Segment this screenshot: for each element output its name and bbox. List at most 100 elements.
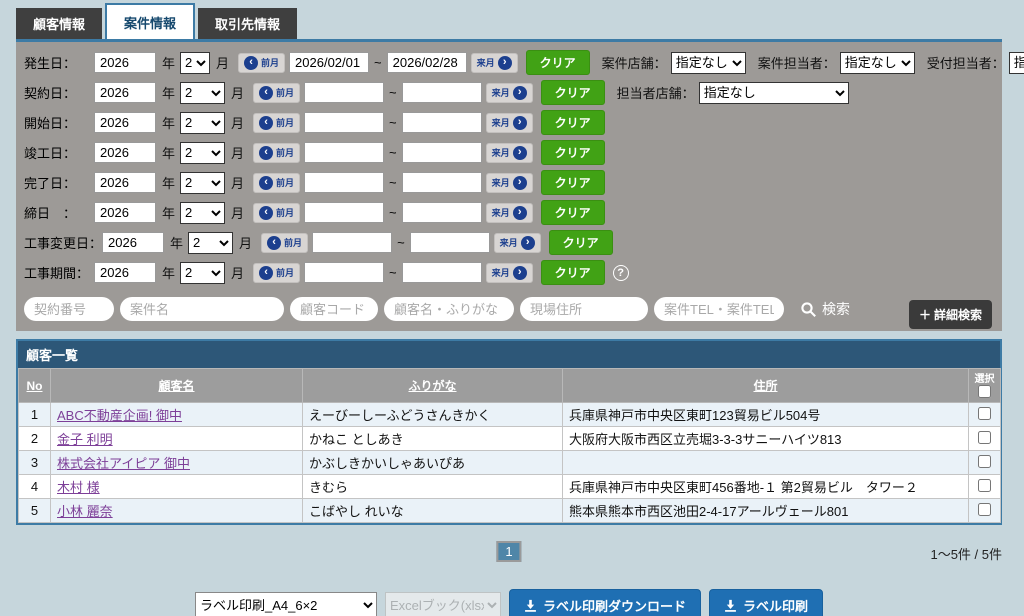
year-input[interactable] [94, 82, 156, 103]
date-from-input[interactable] [304, 172, 384, 193]
date-to-input[interactable] [402, 142, 482, 163]
date-from-input[interactable] [312, 232, 392, 253]
excel-format-select[interactable]: Excelブック(xlsx) [385, 592, 501, 616]
next-month-button[interactable]: 来月› [486, 83, 533, 103]
tab-案件情報[interactable]: 案件情報 [105, 3, 195, 39]
label-print-button[interactable]: ラベル印刷 [709, 589, 823, 616]
plus-icon: ＋ [919, 306, 931, 323]
prev-month-button[interactable]: ‹前月 [253, 143, 300, 163]
site-address-input[interactable] [520, 297, 648, 321]
detail-search-button[interactable]: ＋詳細検索 [909, 300, 992, 329]
row-select-checkbox[interactable] [978, 431, 991, 444]
next-month-button[interactable]: 来月› [494, 233, 541, 253]
date-to-input[interactable] [402, 202, 482, 223]
next-month-button[interactable]: 来月› [486, 113, 533, 133]
help-icon[interactable]: ? [613, 265, 629, 281]
date-to-input[interactable] [387, 52, 467, 73]
case-store-select[interactable]: 指定なし [671, 52, 746, 74]
search-button[interactable]: 検索 [800, 299, 850, 319]
customer-link[interactable]: 小林 麗奈 [57, 504, 113, 519]
year-input[interactable] [94, 52, 156, 73]
date-to-input[interactable] [402, 172, 482, 193]
tab-取引先情報[interactable]: 取引先情報 [198, 8, 297, 39]
customer-link[interactable]: 株式会社アイピア 御中 [57, 456, 190, 471]
select-all-checkbox[interactable] [978, 385, 991, 398]
clear-button[interactable]: クリア [541, 200, 605, 225]
year-input[interactable] [102, 232, 164, 253]
customer-link[interactable]: 木村 様 [57, 480, 100, 495]
next-month-button[interactable]: 来月› [486, 143, 533, 163]
month-select[interactable]: 2 [180, 52, 210, 74]
next-month-button[interactable]: 来月› [486, 173, 533, 193]
date-to-input[interactable] [402, 262, 482, 283]
date-from-input[interactable] [304, 142, 384, 163]
prev-month-button[interactable]: ‹前月 [253, 83, 300, 103]
case-staff-select[interactable]: 指定なし [840, 52, 915, 74]
prev-month-button[interactable]: ‹前月 [253, 113, 300, 133]
tab-顧客情報[interactable]: 顧客情報 [16, 8, 102, 39]
header-name[interactable]: 顧客名 [51, 369, 303, 403]
year-input[interactable] [94, 172, 156, 193]
month-select[interactable]: 2 [180, 112, 225, 134]
page-number-button[interactable]: 1 [496, 541, 521, 562]
month-select[interactable]: 2 [180, 262, 225, 284]
clear-button[interactable]: クリア [526, 50, 590, 75]
label-print-download-button[interactable]: ラベル印刷ダウンロード [509, 589, 701, 616]
customer-link[interactable]: ABC不動産企画! 御中 [57, 408, 182, 423]
month-select[interactable]: 2 [188, 232, 233, 254]
month-select[interactable]: 2 [180, 172, 225, 194]
prev-month-button[interactable]: ‹前月 [253, 173, 300, 193]
next-month-button[interactable]: 来月› [471, 53, 518, 73]
date-from-input[interactable] [304, 112, 384, 133]
month-select[interactable]: 2 [180, 142, 225, 164]
prev-month-button[interactable]: ‹前月 [253, 263, 300, 283]
month-unit: 月 [216, 53, 229, 72]
clear-button[interactable]: クリア [541, 260, 605, 285]
clear-button[interactable]: クリア [541, 110, 605, 135]
prev-month-button[interactable]: ‹前月 [253, 203, 300, 223]
date-filter-row: 竣工日：年2月‹前月~来月›クリア [24, 140, 994, 165]
month-unit: 月 [231, 143, 244, 162]
date-filter-row: 工事期間：年2月‹前月~来月›クリア? [24, 260, 994, 285]
clear-button[interactable]: クリア [541, 140, 605, 165]
date-to-input[interactable] [410, 232, 490, 253]
next-month-button[interactable]: 来月› [486, 263, 533, 283]
row-select-checkbox[interactable] [978, 455, 991, 468]
date-from-input[interactable] [304, 82, 384, 103]
chevron-left-icon: ‹ [259, 206, 273, 220]
row-select-checkbox[interactable] [978, 407, 991, 420]
next-month-button[interactable]: 来月› [486, 203, 533, 223]
header-kana[interactable]: ふりがな [303, 369, 563, 403]
header-no[interactable]: No [19, 369, 51, 403]
prev-month-button[interactable]: ‹前月 [261, 233, 308, 253]
date-to-input[interactable] [402, 112, 482, 133]
month-select[interactable]: 2 [180, 202, 225, 224]
case-tel-input[interactable] [654, 297, 784, 321]
prev-month-button[interactable]: ‹前月 [238, 53, 285, 73]
row-select-checkbox[interactable] [978, 503, 991, 516]
staff-store-select[interactable]: 指定なし [699, 82, 849, 104]
table-row: 1ABC不動産企画! 御中えーびーしーふどうさんきかく兵庫県神戸市中央区東町12… [19, 403, 1001, 427]
date-from-input[interactable] [289, 52, 369, 73]
year-input[interactable] [94, 112, 156, 133]
header-address[interactable]: 住所 [563, 369, 969, 403]
customer-link[interactable]: 金子 利明 [57, 432, 113, 447]
reception-staff-select[interactable]: 指定なし [1009, 52, 1024, 74]
date-from-input[interactable] [304, 262, 384, 283]
clear-button[interactable]: クリア [541, 170, 605, 195]
date-to-input[interactable] [402, 82, 482, 103]
customer-name-kana-input[interactable] [384, 297, 514, 321]
case-name-input[interactable] [120, 297, 284, 321]
prev-month-label: 前月 [276, 176, 294, 189]
year-input[interactable] [94, 262, 156, 283]
date-from-input[interactable] [304, 202, 384, 223]
month-select[interactable]: 2 [180, 82, 225, 104]
clear-button[interactable]: クリア [541, 80, 605, 105]
label-format-select[interactable]: ラベル印刷_A4_6×2 [195, 592, 377, 616]
clear-button[interactable]: クリア [549, 230, 613, 255]
year-input[interactable] [94, 142, 156, 163]
customer-code-input[interactable] [290, 297, 378, 321]
row-select-checkbox[interactable] [978, 479, 991, 492]
contract-number-input[interactable] [24, 297, 114, 321]
year-input[interactable] [94, 202, 156, 223]
